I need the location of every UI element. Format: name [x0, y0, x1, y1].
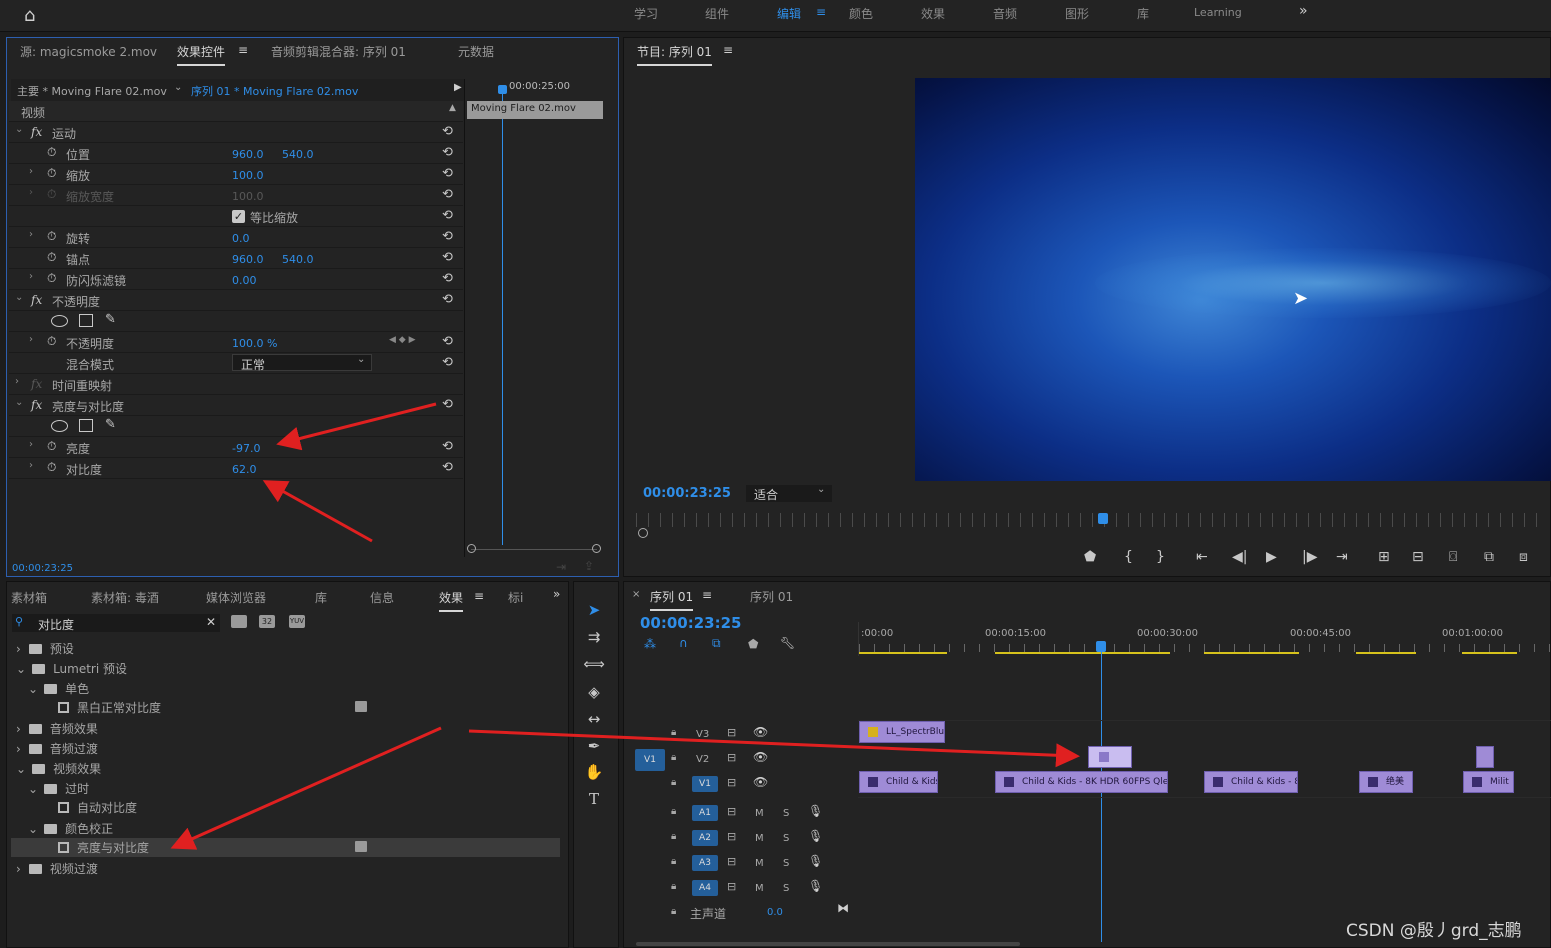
arrow-to-contrast: [262, 480, 373, 543]
annotation-arrows: [170, 402, 1080, 850]
arrow-to-timeline-clip: [468, 729, 1080, 768]
arrow-to-effect-item: [170, 726, 442, 850]
watermark: CSDN @殷丿grd_志鹏: [1346, 921, 1522, 941]
arrow-to-brightness: [276, 402, 437, 451]
